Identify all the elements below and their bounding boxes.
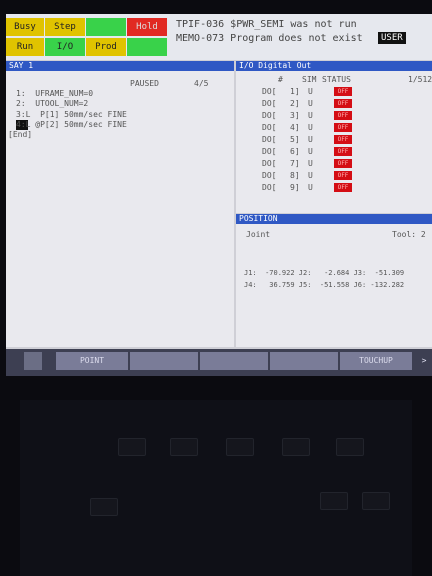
- step-indicator: Step: [45, 18, 85, 36]
- busy-indicator: Busy: [6, 18, 44, 36]
- io-header-number: #: [278, 75, 283, 84]
- pendant-key[interactable]: [226, 438, 254, 456]
- joint-values-row-1: J1: -70.922 J2: -2.684 J3: -51.309: [244, 269, 405, 277]
- program-line-2[interactable]: 2: UTOOL_NUM=2: [16, 99, 88, 109]
- program-line-3[interactable]: 3:L P[1] 50mm/sec FINE: [16, 110, 127, 120]
- io-digital-out-panel[interactable]: I/O Digital Out # SIM STATUS 1/512 DO[1]…: [236, 61, 432, 213]
- teach-pendant-screen: Busy Step Hold Run I/O Prod TPIF-036 $PW…: [6, 14, 432, 376]
- io-status-off[interactable]: OFF: [334, 135, 352, 144]
- program-state: PAUSED: [130, 79, 159, 88]
- function-key-f1[interactable]: [24, 352, 42, 370]
- program-end-marker: [End]: [8, 130, 33, 139]
- user-badge: USER: [378, 32, 406, 44]
- touchup-button[interactable]: TOUCHUP: [340, 352, 412, 370]
- io-page-count: 1/512: [408, 75, 432, 84]
- position-title: POSITION: [236, 214, 432, 224]
- photo-background: Busy Step Hold Run I/O Prod TPIF-036 $PW…: [0, 0, 432, 576]
- program-title: SAY 1: [6, 61, 234, 71]
- joint-values-row-2: J4: 36.759 J5: -51.558 J6: -132.282: [244, 281, 405, 289]
- pendant-key[interactable]: [118, 438, 146, 456]
- position-panel[interactable]: POSITION Joint Tool: 2 J1: -70.922 J2: -…: [236, 214, 432, 347]
- position-tool: Tool: 2: [392, 230, 426, 239]
- prod-indicator: Prod: [86, 38, 126, 56]
- io-header-sim: SIM: [302, 75, 317, 84]
- io-status-off[interactable]: OFF: [334, 183, 352, 192]
- io-status-off[interactable]: OFF: [334, 147, 352, 156]
- program-panel[interactable]: SAY 1 PAUSED 4/5 1: UFRAME_NUM=0 2: UTOO…: [6, 61, 234, 347]
- run-indicator: Run: [6, 38, 44, 56]
- pendant-key[interactable]: [362, 492, 390, 510]
- position-mode: Joint: [246, 230, 271, 239]
- function-key-f3[interactable]: [130, 352, 198, 370]
- pendant-key[interactable]: [336, 438, 364, 456]
- function-key-bar: POINT TOUCHUP >: [6, 349, 432, 376]
- indicator-blank-green: [86, 18, 126, 36]
- hold-indicator: Hold: [127, 18, 167, 36]
- pendant-key[interactable]: [90, 498, 118, 516]
- function-key-f4[interactable]: [200, 352, 268, 370]
- io-status-off[interactable]: OFF: [334, 99, 352, 108]
- pendant-key[interactable]: [320, 492, 348, 510]
- function-key-f5[interactable]: [270, 352, 338, 370]
- alarm-line-1: TPIF-036 $PWR_SEMI was not run: [176, 19, 357, 30]
- io-status-off[interactable]: OFF: [334, 159, 352, 168]
- program-line-1[interactable]: 1: UFRAME_NUM=0: [16, 89, 93, 99]
- status-bar: Busy Step Hold Run I/O Prod TPIF-036 $PW…: [6, 14, 432, 60]
- program-line-position: 4/5: [194, 79, 209, 88]
- next-arrow-button[interactable]: >: [416, 352, 432, 370]
- io-title: I/O Digital Out: [236, 61, 432, 71]
- pendant-keypad: [20, 400, 412, 576]
- pendant-key[interactable]: [170, 438, 198, 456]
- io-header-status: STATUS: [322, 75, 351, 84]
- io-indicator: I/O: [45, 38, 85, 56]
- pendant-key[interactable]: [282, 438, 310, 456]
- indicator-blank-green-2: [127, 38, 167, 56]
- io-status-off[interactable]: OFF: [334, 123, 352, 132]
- io-status-off[interactable]: OFF: [334, 111, 352, 120]
- program-line-4-cursor[interactable]: 4:L @P[2] 50mm/sec FINE: [16, 120, 127, 130]
- io-status-off[interactable]: OFF: [334, 87, 352, 96]
- io-status-off[interactable]: OFF: [334, 171, 352, 180]
- point-button[interactable]: POINT: [56, 352, 128, 370]
